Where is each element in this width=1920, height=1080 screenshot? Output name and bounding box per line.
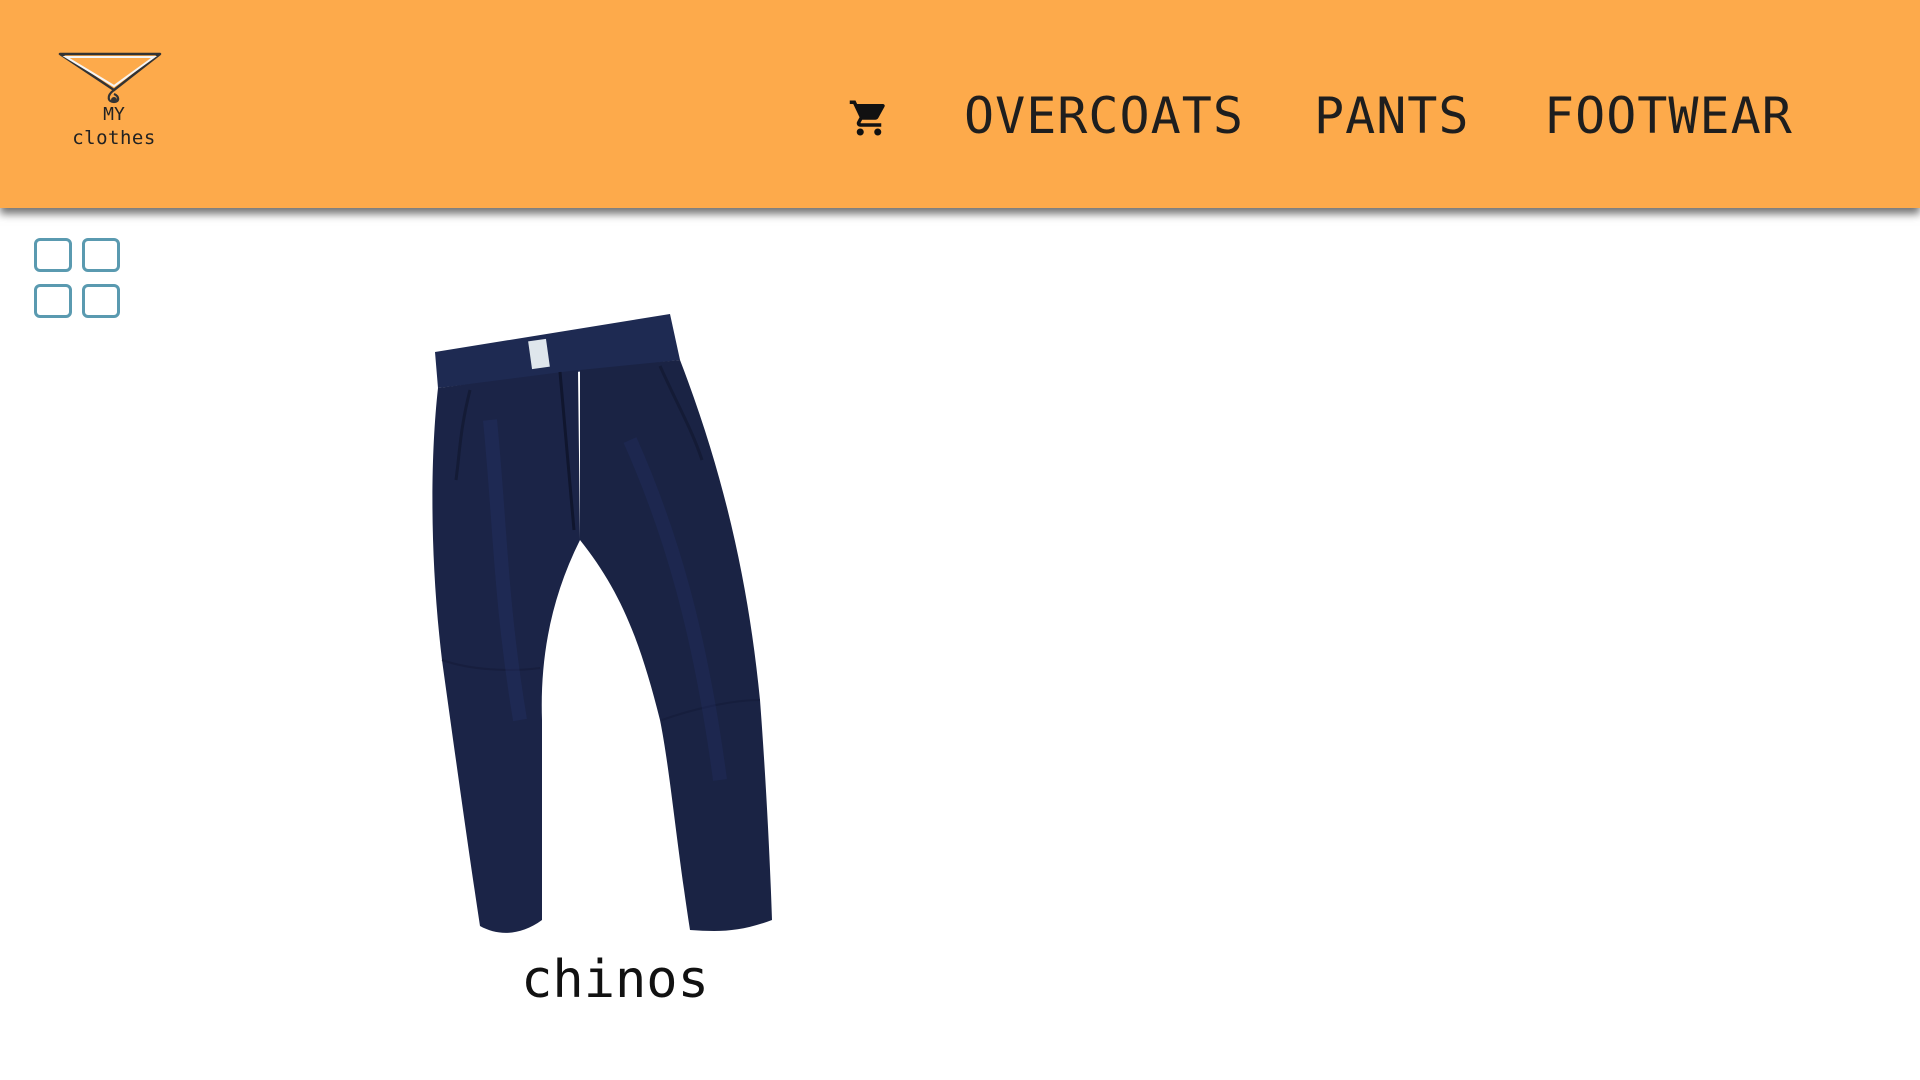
grid-cell (34, 284, 72, 318)
nav-footwear[interactable]: FOOTWEAR (1544, 86, 1793, 146)
grid-cell (82, 284, 120, 318)
logo-text-my: MY (103, 104, 125, 125)
home-logo[interactable]: MY clothes (56, 50, 166, 150)
top-navigation-bar: MY clothes OVERCOATS PANTS FOOTWEAR (0, 0, 1920, 208)
navy-pants-image (432, 314, 772, 933)
shopping-cart-icon (849, 100, 885, 136)
nav-pants[interactable]: PANTS (1314, 86, 1470, 146)
product-name[interactable]: chinos (400, 950, 830, 1010)
cart-button[interactable] (848, 97, 890, 139)
nav-overcoats[interactable]: OVERCOATS (964, 86, 1244, 146)
grid-view-toggle[interactable] (34, 238, 126, 326)
product-card[interactable]: chinos (400, 290, 830, 1020)
grid-cell (34, 238, 72, 272)
grid-cell (82, 238, 120, 272)
logo-text-clothes: clothes (72, 127, 156, 149)
